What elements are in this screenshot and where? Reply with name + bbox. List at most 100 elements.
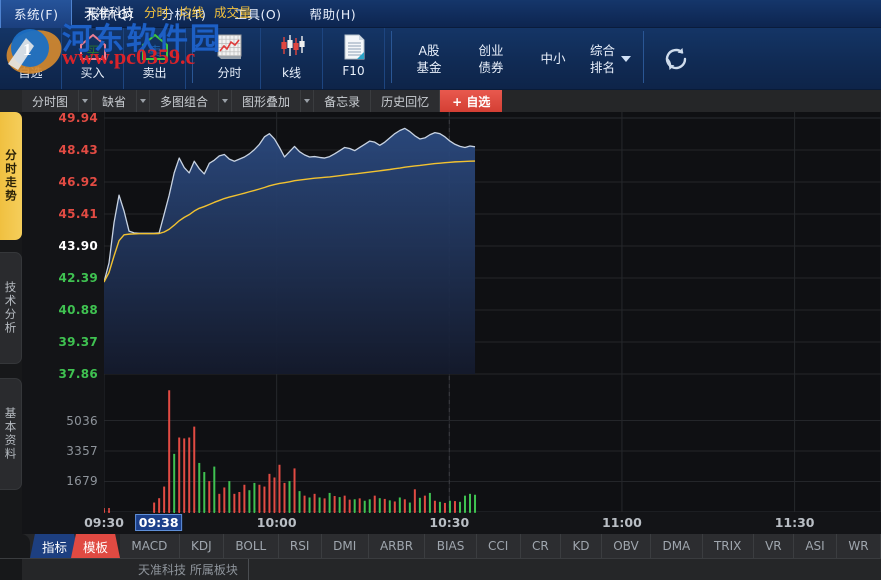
indicator-button-KD[interactable]: KD — [561, 534, 602, 558]
market-button-0[interactable]: A股 基金 — [398, 28, 460, 89]
market-button-line2: 债券 — [478, 59, 504, 75]
price-tick-0: 49.94 — [58, 111, 98, 125]
indicator-button-VR[interactable]: VR — [753, 534, 794, 558]
toolbar-button-label: 卖出 — [142, 66, 167, 80]
indicator-button-WR[interactable]: WR — [837, 534, 881, 558]
volume-bar — [193, 426, 196, 512]
chart-tag-2: 成交量 — [214, 5, 252, 20]
intraday-chart-svg — [104, 112, 881, 532]
indicator-button-CCI[interactable]: CCI — [476, 534, 521, 558]
time-tick-11:00: 11:00 — [602, 515, 642, 530]
indicator-tab-指标[interactable]: 指标 — [30, 534, 80, 558]
price-tick-7: 39.37 — [58, 335, 98, 349]
indicator-button-DMI[interactable]: DMI — [321, 534, 369, 558]
market-button-1[interactable]: 创业 债券 — [460, 28, 522, 89]
volume-tick-1: 3357 — [66, 444, 98, 458]
chart-option-备忘录[interactable]: 备忘录 — [314, 90, 372, 112]
indicator-button-MACD[interactable]: MACD — [120, 534, 180, 558]
subbar-pad — [0, 90, 22, 112]
market-button-single-0[interactable]: 中小 — [522, 28, 584, 89]
timeline-chart-icon — [215, 32, 245, 62]
toolbar-button-label: F10 — [342, 64, 365, 78]
indicator-button-BOLL[interactable]: BOLL — [224, 534, 279, 558]
price-tick-2: 46.92 — [58, 175, 98, 189]
indicator-button-ARBR[interactable]: ARBR — [368, 534, 426, 558]
toolbar-separator-2 — [391, 31, 392, 83]
chevron-down-icon — [304, 99, 311, 103]
chart-option-arrow-1[interactable] — [137, 90, 151, 112]
price-tick-5: 42.39 — [58, 271, 98, 285]
menu-item-0[interactable]: 系统(F) — [0, 0, 73, 28]
stock-trading-app: 系统(F) 报价(Q) 分析(T) 工具(O) 帮助(H) 1 河东软件园 www.pc… — [0, 0, 881, 580]
volume-bar — [213, 466, 216, 512]
status-notch — [0, 558, 22, 580]
chart-option-分时图[interactable]: 分时图 — [22, 90, 80, 112]
price-value-axis: 49.94 48.43 46.92 45.41 43.90 42.39 40.88 39.37… — [22, 111, 104, 532]
chart-option-多图组合[interactable]: 多图组合 — [150, 90, 220, 112]
chart-option-arrow-2[interactable] — [219, 90, 233, 112]
document-icon — [339, 32, 369, 62]
volume-bar — [188, 437, 191, 512]
volume-bar — [293, 468, 296, 512]
price-tick-8: 37.86 — [58, 367, 98, 381]
indicator-notch — [0, 534, 30, 558]
chart-tag-1: 均线 — [179, 5, 205, 20]
indicator-button-DMA[interactable]: DMA — [651, 534, 703, 558]
side-tab-2[interactable]: 基本资料 — [0, 378, 22, 490]
refresh-button[interactable] — [650, 28, 702, 89]
svg-text:买: 买 — [86, 45, 99, 60]
chart-tag-0: 分时 — [144, 5, 170, 20]
market-button-line2: 基金 — [416, 59, 442, 75]
price-tick-1: 48.43 — [58, 143, 98, 157]
price-tick-3: 45.41 — [58, 207, 98, 221]
toolbar-button-卖出[interactable]: 卖卖出 — [124, 28, 186, 89]
menu-item-4[interactable]: 帮助(H) — [296, 0, 371, 28]
candlestick-icon — [277, 32, 307, 62]
time-axis: 09:30 09:38 10:00 10:30 11:00 11:30 — [22, 508, 881, 534]
chart-option-图形叠加[interactable]: 图形叠加 — [232, 90, 302, 112]
volume-bar — [198, 462, 201, 512]
toolbar-button-k线[interactable]: k线 — [261, 28, 323, 89]
status-divider — [247, 558, 249, 580]
time-axis-ticks — [104, 508, 476, 513]
indicator-button-BIAS[interactable]: BIAS — [425, 534, 477, 558]
indicator-button-CR[interactable]: CR — [520, 534, 562, 558]
chart-option-缺省[interactable]: 缺省 — [92, 90, 138, 112]
market-button-line1: 创业 — [478, 42, 504, 58]
volume-bar — [278, 464, 281, 512]
chart-option-arrow-0[interactable] — [79, 90, 93, 112]
indicator-button-ASI[interactable]: ASI — [793, 534, 838, 558]
side-tab-1[interactable]: 技术分析 — [0, 252, 22, 364]
toolbar-button-自选[interactable]: 自选 — [0, 28, 62, 89]
chart-plot[interactable] — [104, 112, 881, 532]
price-tick-4: 43.90 — [58, 239, 98, 253]
toolbar-button-F10[interactable]: F10 — [323, 28, 385, 89]
indicator-tab-模板[interactable]: 模板 — [71, 534, 121, 558]
indicator-button-OBV[interactable]: OBV — [601, 534, 652, 558]
volume-bar — [183, 438, 186, 512]
indicator-button-TRIX[interactable]: TRIX — [702, 534, 754, 558]
time-tick-10:30: 10:30 — [429, 515, 470, 530]
chevron-down-icon — [140, 99, 147, 103]
price-tick-6: 40.88 — [58, 303, 98, 317]
status-text: 天准科技 所属板块 — [138, 563, 238, 577]
add-favorite-button[interactable]: + 自选 — [440, 90, 503, 112]
indicator-button-RSI[interactable]: RSI — [278, 534, 322, 558]
toolbar-button-买入[interactable]: 买买入 — [62, 28, 124, 89]
indicator-button-KDJ[interactable]: KDJ — [179, 534, 225, 558]
rank-dropdown-button[interactable]: 综合 排名 — [584, 28, 637, 89]
time-tick-09:30: 09:30 — [84, 515, 124, 530]
toolbar-button-分时[interactable]: 分时 — [199, 28, 261, 89]
rank-line1: 综合 — [590, 42, 616, 58]
side-tab-0[interactable]: 分时走势 — [0, 112, 22, 240]
chevron-down-icon — [222, 99, 229, 103]
toolbar-button-label: k线 — [282, 66, 301, 80]
buy-house-icon: 买 — [78, 32, 108, 62]
indicator-toolbar: 指标 模板 MACD KDJ BOLL RSI DMI ARBR BIAS CCI CR KD OBV D… — [0, 534, 881, 558]
chart-option-arrow-3[interactable] — [301, 90, 315, 112]
chart-option-历史回忆[interactable]: 历史回忆 — [371, 90, 441, 112]
toolbar-separator-3 — [643, 31, 645, 83]
chart-area[interactable]: 49.94 48.43 46.92 45.41 43.90 42.39 40.88 39.37… — [22, 111, 881, 532]
icon-toolbar: 自选买买入卖卖出 分时 k线 F10 A股 基金 创业 债券 中小 综合 排名 — [0, 28, 881, 90]
left-vertical-tabs: 分时走势技术分析基本资料 — [0, 112, 22, 580]
